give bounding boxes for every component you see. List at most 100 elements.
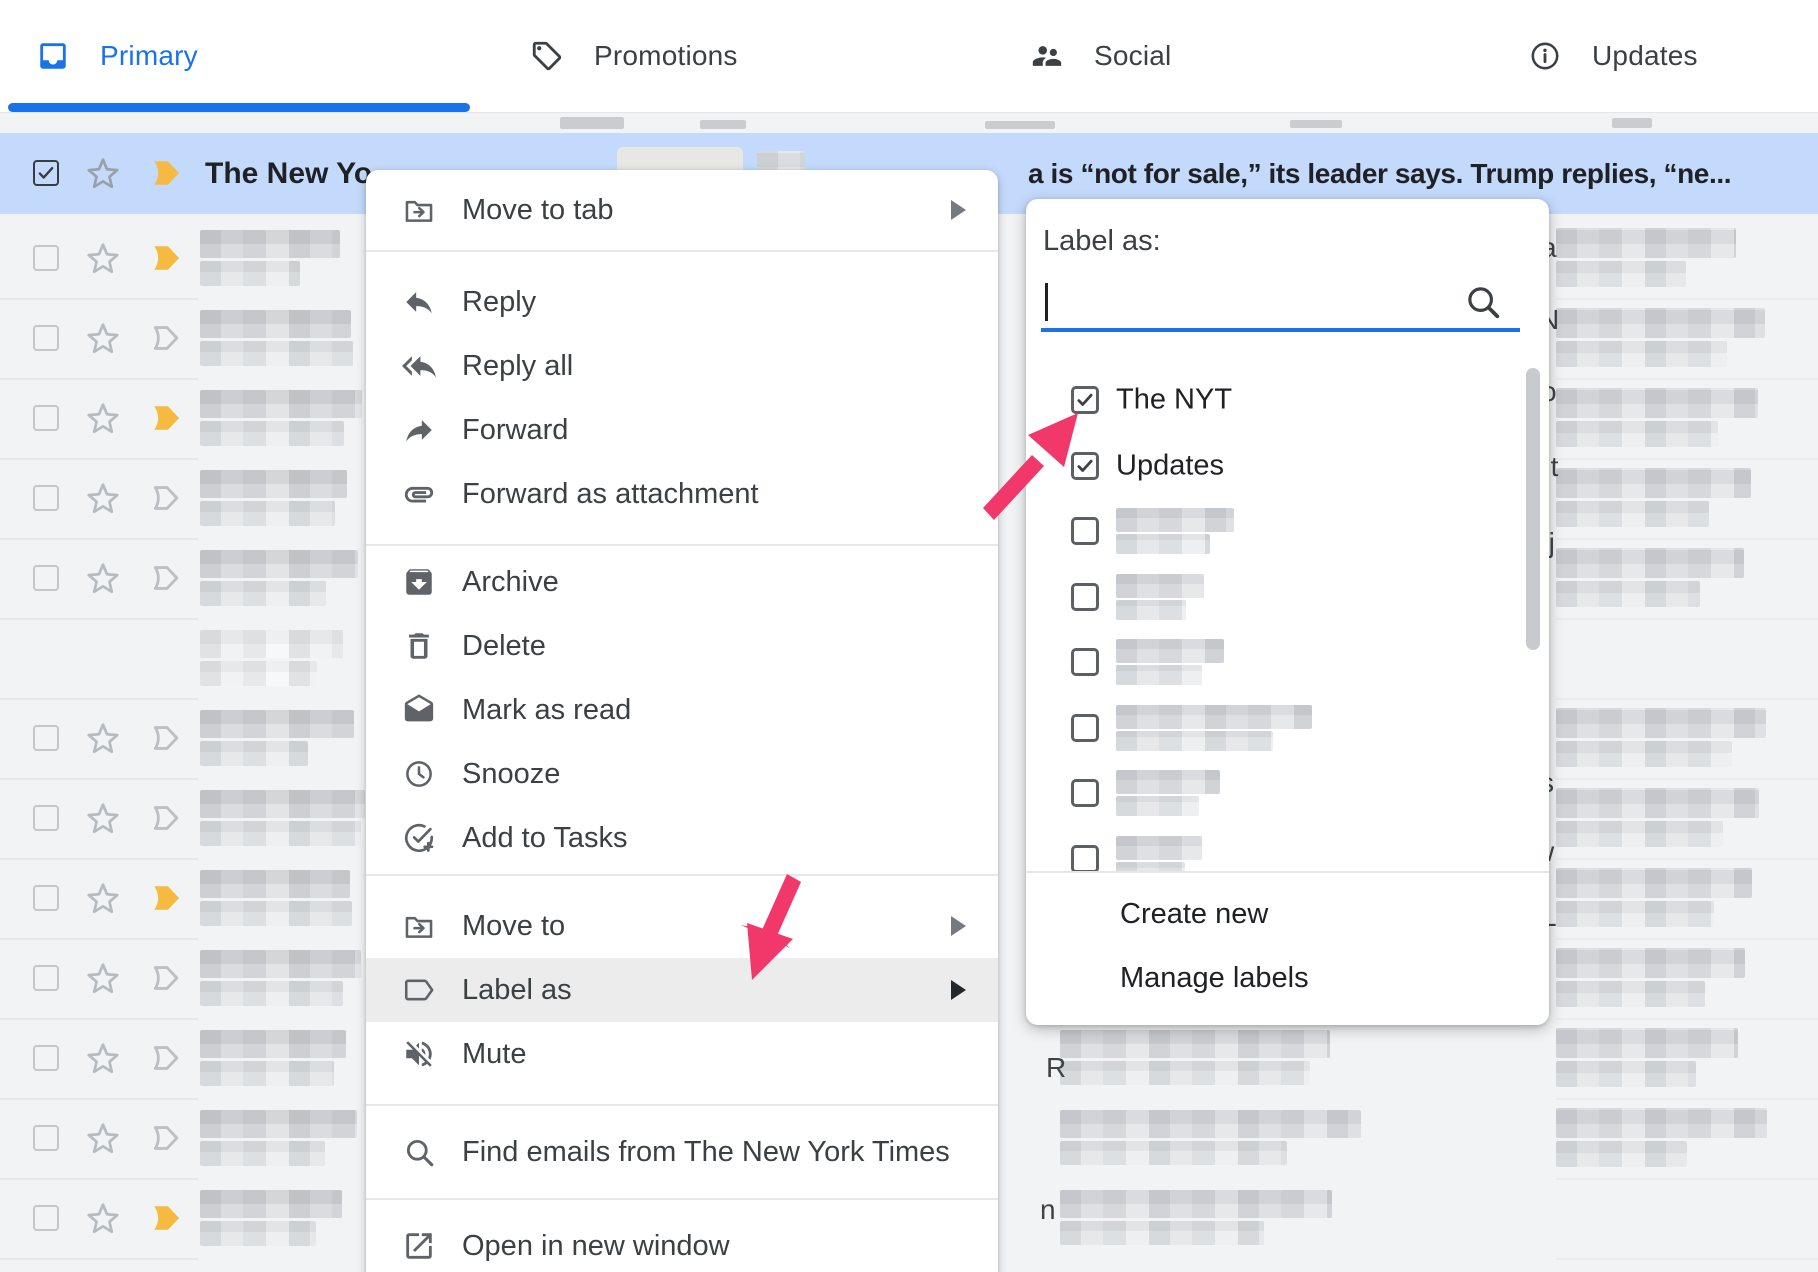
importance-marker-off[interactable] xyxy=(148,559,186,597)
blurred-sender xyxy=(200,390,362,418)
importance-marker-on[interactable] xyxy=(148,1199,186,1237)
label-row-blurred[interactable] xyxy=(1026,633,1549,691)
people-icon xyxy=(1030,39,1064,73)
star-icon[interactable] xyxy=(84,319,122,357)
menu-item-mark-as-read[interactable]: Mark as read xyxy=(366,678,998,742)
row-checkbox[interactable] xyxy=(33,325,59,351)
star-icon[interactable] xyxy=(84,559,122,597)
menu-item-forward-as-attachment[interactable]: Forward as attachment xyxy=(366,462,998,526)
row-checkbox-checked[interactable] xyxy=(33,160,59,186)
blurred-subject xyxy=(1556,1108,1767,1138)
label-row-blurred[interactable] xyxy=(1026,699,1549,757)
label-checkbox[interactable] xyxy=(1071,845,1099,872)
blurred-subject xyxy=(1556,228,1736,258)
importance-marker-on[interactable] xyxy=(148,399,186,437)
star-icon[interactable] xyxy=(84,479,122,517)
label-checkbox[interactable] xyxy=(1071,779,1099,807)
tab-primary[interactable]: Primary xyxy=(0,0,506,112)
label-row-the-nyt[interactable]: The NYT xyxy=(1026,371,1549,429)
tab-updates[interactable]: Updates xyxy=(1410,0,1818,112)
row-checkbox[interactable] xyxy=(33,965,59,991)
star-icon[interactable] xyxy=(84,959,122,997)
importance-marker-on[interactable] xyxy=(148,154,186,192)
action-create-new[interactable]: Create new xyxy=(1026,885,1549,943)
importance-marker-off[interactable] xyxy=(148,719,186,757)
row-checkbox[interactable] xyxy=(33,885,59,911)
row-checkbox[interactable] xyxy=(33,245,59,271)
label-checkbox[interactable] xyxy=(1071,714,1099,742)
label-checkbox-checked[interactable] xyxy=(1071,452,1099,480)
search-icon xyxy=(1464,283,1502,321)
menu-item-reply-all[interactable]: Reply all xyxy=(366,334,998,398)
submenu-arrow-icon xyxy=(951,980,966,1000)
menu-item-move-to[interactable]: Move to xyxy=(366,894,998,958)
menu-item-add-to-tasks[interactable]: Add to Tasks xyxy=(366,806,998,870)
menu-item-open-in-new-window[interactable]: Open in new window xyxy=(366,1214,998,1272)
menu-item-reply[interactable]: Reply xyxy=(366,270,998,334)
star-icon[interactable] xyxy=(84,239,122,277)
tab-promotions[interactable]: Promotions xyxy=(470,0,1000,112)
importance-marker-off[interactable] xyxy=(148,959,186,997)
row-checkbox[interactable] xyxy=(33,805,59,831)
row-checkbox[interactable] xyxy=(33,1205,59,1231)
blurred-preview xyxy=(200,1221,316,1246)
label-checkbox[interactable] xyxy=(1071,517,1099,545)
inbox-icon xyxy=(36,39,70,73)
text-cursor xyxy=(1045,283,1048,321)
row-checkbox[interactable] xyxy=(33,1045,59,1071)
menu-item-label: Reply xyxy=(462,286,536,319)
importance-marker-off[interactable] xyxy=(148,799,186,837)
label-row-blurred[interactable] xyxy=(1026,830,1549,872)
menu-section: Open in new window xyxy=(366,1200,998,1272)
star-icon[interactable] xyxy=(84,799,122,837)
menu-item-label-as[interactable]: Label as xyxy=(366,958,998,1022)
row-checkbox[interactable] xyxy=(33,1125,59,1151)
menu-item-find-emails-from-the-new-york-times[interactable]: Find emails from The New York Times xyxy=(366,1120,998,1184)
star-icon[interactable] xyxy=(84,879,122,917)
row-checkbox[interactable] xyxy=(33,485,59,511)
menu-item-snooze[interactable]: Snooze xyxy=(366,742,998,806)
importance-marker-off[interactable] xyxy=(148,1119,186,1157)
label-checkbox[interactable] xyxy=(1071,648,1099,676)
importance-marker-off[interactable] xyxy=(148,479,186,517)
importance-marker-on[interactable] xyxy=(148,239,186,277)
blurred-preview xyxy=(200,1061,334,1086)
blurred-sender xyxy=(200,630,343,658)
label-row-blurred[interactable] xyxy=(1026,502,1549,560)
action-manage-labels[interactable]: Manage labels xyxy=(1026,949,1549,1007)
menu-item-archive[interactable]: Archive xyxy=(366,550,998,614)
star-icon[interactable] xyxy=(84,1199,122,1237)
blurred-preview xyxy=(200,341,353,366)
row-divider xyxy=(1556,778,1818,780)
tab-label: Updates xyxy=(1592,40,1698,72)
menu-item-label: Forward as attachment xyxy=(462,478,759,511)
importance-marker-off[interactable] xyxy=(148,319,186,357)
label-row-blurred[interactable] xyxy=(1026,764,1549,822)
label-row-updates[interactable]: Updates xyxy=(1026,437,1549,495)
star-icon[interactable] xyxy=(84,1039,122,1077)
star-icon[interactable] xyxy=(84,719,122,757)
row-checkbox[interactable] xyxy=(33,725,59,751)
label-checkbox-checked[interactable] xyxy=(1071,386,1099,414)
menu-item-move-to-tab[interactable]: Move to tab xyxy=(366,178,998,242)
star-icon[interactable] xyxy=(84,1119,122,1157)
scrollbar[interactable] xyxy=(1526,368,1540,650)
tab-label: Promotions xyxy=(594,40,738,72)
tab-label: Primary xyxy=(100,40,198,72)
blurred-subject xyxy=(1556,788,1759,818)
menu-item-mute[interactable]: Mute xyxy=(366,1022,998,1086)
blurred-subject xyxy=(1556,901,1714,927)
row-checkbox[interactable] xyxy=(33,565,59,591)
star-icon[interactable] xyxy=(84,399,122,437)
label-checkbox[interactable] xyxy=(1071,583,1099,611)
search-input[interactable] xyxy=(1041,328,1520,332)
label-row-blurred[interactable] xyxy=(1026,568,1549,626)
row-checkbox[interactable] xyxy=(33,405,59,431)
menu-item-delete[interactable]: Delete xyxy=(366,614,998,678)
star-icon[interactable] xyxy=(84,154,122,192)
importance-marker-off[interactable] xyxy=(148,1039,186,1077)
menu-item-forward[interactable]: Forward xyxy=(366,398,998,462)
importance-marker-on[interactable] xyxy=(148,879,186,917)
blurred-preview xyxy=(200,421,344,446)
blurred-subject xyxy=(1060,1190,1332,1218)
